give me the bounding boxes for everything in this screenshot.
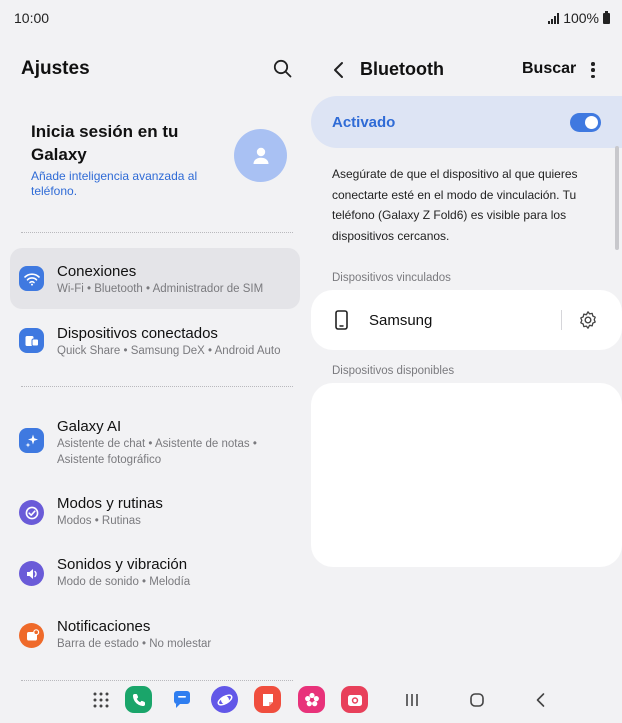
phone-icon bbox=[335, 310, 348, 330]
battery-icon bbox=[603, 10, 610, 24]
back-nav-icon[interactable] bbox=[533, 692, 549, 708]
avatar[interactable] bbox=[234, 129, 287, 182]
camera-app-icon[interactable] bbox=[341, 686, 368, 713]
apps-grid-icon[interactable] bbox=[87, 686, 114, 713]
signal-icon bbox=[548, 12, 560, 24]
menu-item-subtitle: Wi-Fi • Bluetooth • Administrador de SIM bbox=[57, 283, 264, 295]
more-options-icon[interactable] bbox=[587, 60, 599, 80]
status-bar: 10:00 100% bbox=[0, 0, 622, 36]
menu-item-subtitle: Quick Share • Samsung DeX • Android Auto bbox=[57, 345, 281, 357]
person-icon bbox=[253, 147, 268, 164]
menu-item-title: Conexiones bbox=[57, 263, 137, 280]
settings-pane: Ajustes Inicia sesión en tu Galaxy Añade… bbox=[0, 36, 310, 686]
menu-item-title: Notificaciones bbox=[57, 618, 151, 635]
paired-device-row[interactable]: Samsung bbox=[311, 290, 622, 350]
bluetooth-pane: Bluetooth Buscar Activado Asegúrate de q… bbox=[311, 36, 622, 686]
wifi-icon bbox=[19, 266, 44, 291]
menu-item-subtitle: Barra de estado • No molestar bbox=[57, 638, 212, 650]
search-icon[interactable] bbox=[272, 58, 294, 80]
account-subtitle: Añade inteligencia avanzada al teléfono. bbox=[31, 169, 198, 198]
bluetooth-switch[interactable] bbox=[570, 113, 601, 132]
menu-item-title: Sonidos y vibración bbox=[57, 556, 188, 573]
internet-app-icon[interactable] bbox=[211, 686, 238, 713]
gear-icon[interactable] bbox=[578, 310, 598, 330]
menu-item-modos-rutinas[interactable]: Modos y rutinas Modos • Rutinas bbox=[10, 484, 300, 545]
navigation-bar bbox=[0, 680, 622, 723]
check-circle-icon bbox=[19, 500, 44, 525]
divider bbox=[21, 232, 293, 233]
back-arrow-icon[interactable] bbox=[331, 60, 347, 80]
recent-apps-icon[interactable] bbox=[404, 692, 420, 708]
notification-icon bbox=[19, 623, 44, 648]
menu-item-subtitle: Modo de sonido • Melodía bbox=[57, 576, 191, 588]
device-name: Samsung bbox=[369, 312, 433, 329]
menu-item-conexiones[interactable]: Conexiones Wi-Fi • Bluetooth • Administr… bbox=[10, 248, 300, 309]
devices-icon bbox=[19, 328, 44, 353]
account-title: Inicia sesión en tu Galaxy bbox=[31, 122, 179, 164]
paired-section-label: Dispositivos vinculados bbox=[332, 272, 451, 284]
account-signin[interactable]: Inicia sesión en tu Galaxy Añade intelig… bbox=[31, 120, 221, 199]
menu-item-sonidos-vibracion[interactable]: Sonidos y vibración Modo de sonido • Mel… bbox=[10, 545, 300, 606]
toggle-label: Activado bbox=[332, 114, 396, 131]
home-icon[interactable] bbox=[469, 692, 485, 708]
menu-item-notificaciones[interactable]: Notificaciones Barra de estado • No mole… bbox=[10, 607, 300, 668]
messages-app-icon[interactable] bbox=[168, 686, 195, 713]
menu-item-galaxy-ai[interactable]: Galaxy AI Asistente de chat • Asistente … bbox=[10, 406, 300, 478]
available-section-label: Dispositivos disponibles bbox=[332, 365, 455, 377]
menu-item-title: Dispositivos conectados bbox=[57, 325, 218, 342]
info-text: Asegúrate de que el dispositivo al que q… bbox=[332, 167, 578, 243]
menu-item-title: Galaxy AI bbox=[57, 418, 122, 435]
available-devices-list bbox=[311, 383, 622, 567]
notes-app-icon[interactable] bbox=[254, 686, 281, 713]
gallery-app-icon[interactable] bbox=[298, 686, 325, 713]
menu-item-title: Modos y rutinas bbox=[57, 495, 163, 512]
bluetooth-toggle-row[interactable]: Activado bbox=[311, 96, 622, 148]
search-devices-button[interactable]: Buscar bbox=[522, 60, 576, 78]
speaker-icon bbox=[19, 561, 44, 586]
separator bbox=[561, 310, 562, 330]
page-title: Ajustes bbox=[21, 58, 90, 79]
switch-knob bbox=[585, 116, 598, 129]
bluetooth-title: Bluetooth bbox=[360, 59, 444, 79]
status-indicators: 100% bbox=[548, 10, 610, 26]
menu-item-subtitle: Asistente de chat • Asistente de notas •… bbox=[57, 438, 257, 466]
battery-percent: 100% bbox=[563, 10, 599, 26]
menu-item-subtitle: Modos • Rutinas bbox=[57, 515, 141, 527]
menu-item-dispositivos-conectados[interactable]: Dispositivos conectados Quick Share • Sa… bbox=[10, 310, 300, 371]
divider bbox=[21, 386, 293, 387]
sparkle-icon bbox=[19, 428, 44, 453]
status-time: 10:00 bbox=[14, 10, 50, 26]
phone-app-icon[interactable] bbox=[125, 686, 152, 713]
scrollbar[interactable] bbox=[615, 146, 619, 250]
